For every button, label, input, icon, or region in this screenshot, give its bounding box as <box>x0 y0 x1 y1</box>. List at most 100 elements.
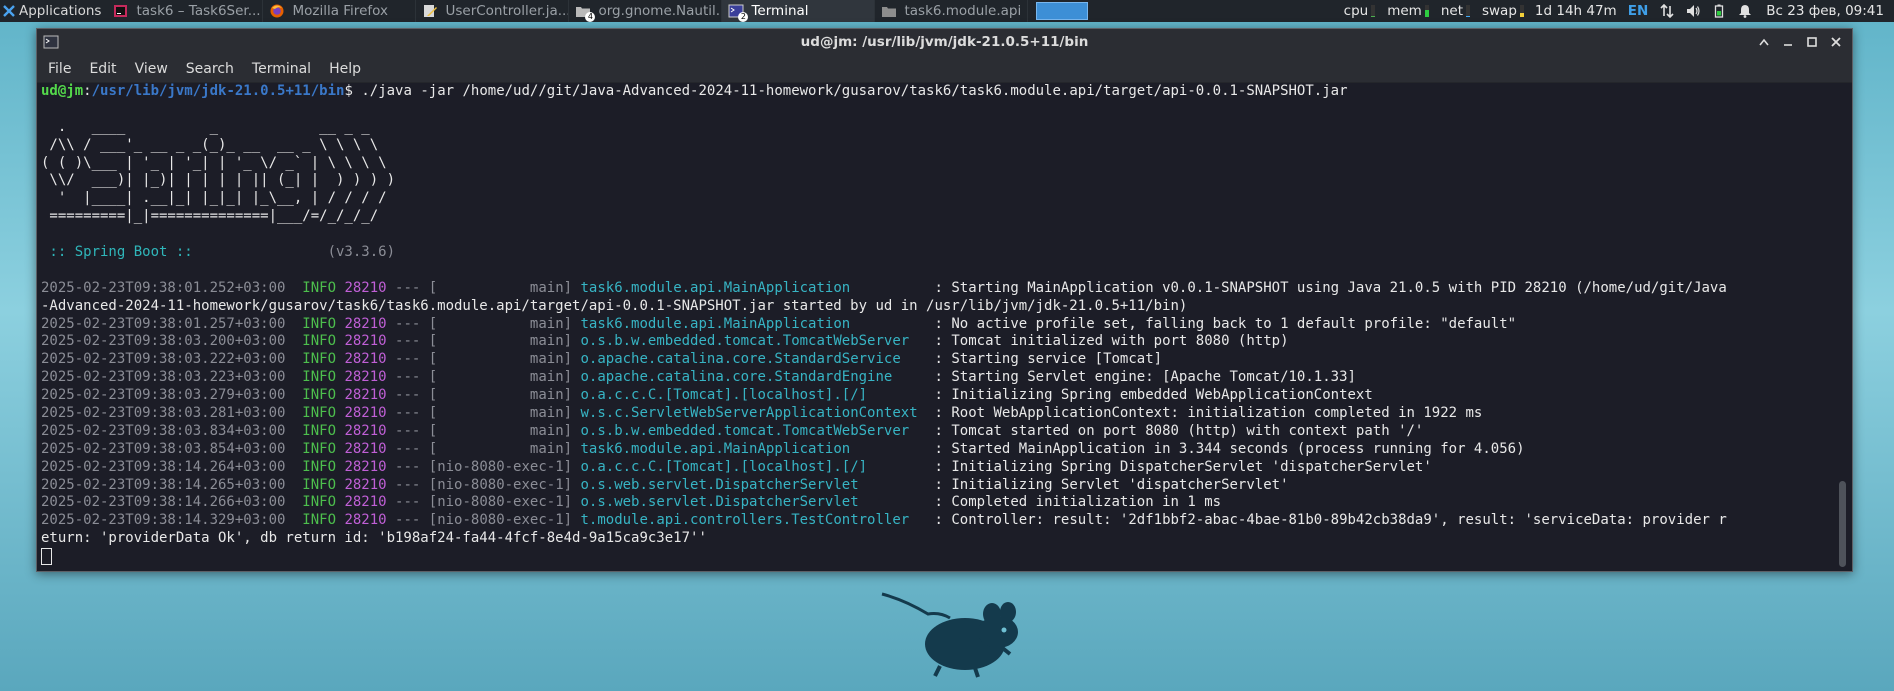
log-level: INFO <box>302 512 337 529</box>
log-line: 2025-02-23T09:38:01.257+03:00 INFO 28210… <box>41 316 1834 334</box>
taskbar-item-firefox[interactable]: Mozilla Firefox <box>263 0 417 22</box>
taskbar-item-text-editor[interactable]: UserController.ja... <box>416 0 570 22</box>
log-timestamp: 2025-02-23T09:38:14.266+03:00 <box>41 494 286 511</box>
log-logger: o.s.web.servlet.DispatcherServlet <box>580 476 927 493</box>
log-thread: nio-8080-exec-1] <box>437 512 581 529</box>
uptime: 1d 14h 47m <box>1534 3 1617 19</box>
log-thread: main] <box>437 351 581 368</box>
log-thread: main] <box>437 422 581 439</box>
banner-line: \\/ ___)| |_)| | | | | || (_| | ) ) ) ) <box>41 172 396 189</box>
prompt-path: /usr/lib/jvm/jdk-21.0.5+11/bin <box>91 83 345 99</box>
applications-label: Applications <box>19 3 102 19</box>
menu-help[interactable]: Help <box>320 61 370 77</box>
net-bar-fill <box>1465 16 1470 17</box>
log-timestamp: 2025-02-23T09:38:03.281+03:00 <box>41 405 286 422</box>
maximize-button[interactable] <box>1802 33 1822 51</box>
log-logger: w.s.c.ServletWebServerApplicationContext <box>580 405 927 422</box>
menu-terminal[interactable]: Terminal <box>243 61 320 77</box>
log-thread: nio-8080-exec-1] <box>437 494 581 511</box>
firefox-icon <box>269 4 285 18</box>
log-message: : Started MainApplication in 3.344 secon… <box>926 440 1525 457</box>
applications-menu-button[interactable]: Applications <box>0 0 107 22</box>
prompt-separator: : <box>83 83 92 99</box>
mem-bar-fill <box>1424 10 1429 17</box>
clock[interactable]: Вс 23 фев, 09:41 <box>1758 3 1894 19</box>
menu-view[interactable]: View <box>126 61 177 77</box>
log-separator: --- [ <box>386 458 438 475</box>
spring-banner: . ____ _ __ _ _ /\\ / ___'_ __ _ _(_)_ _… <box>41 101 1834 244</box>
mem-bar <box>1424 5 1429 17</box>
log-thread: nio-8080-exec-1] <box>437 476 581 493</box>
taskbar-item-terminal[interactable]: 2 Terminal <box>722 0 876 22</box>
window-shade-button[interactable] <box>1754 33 1774 51</box>
log-logger: task6.module.api.MainApplication <box>580 440 927 457</box>
cpu-monitor[interactable]: cpu <box>1338 0 1382 22</box>
log-level: INFO <box>302 351 337 368</box>
top-panel: Applications task6 – Task6Ser... Mozilla… <box>0 0 1894 22</box>
taskbar-item-label: UserController.ja... <box>445 3 570 19</box>
log-message: : Initializing Servlet 'dispatcherServle… <box>926 476 1289 493</box>
terminal-icon: 2 <box>728 4 749 22</box>
battery-icon[interactable] <box>1712 4 1726 18</box>
notifications-bell-icon[interactable] <box>1738 4 1752 18</box>
close-button[interactable] <box>1826 33 1846 51</box>
log-pid: 28210 <box>344 387 387 404</box>
keyboard-layout-indicator[interactable]: EN <box>1622 3 1655 19</box>
terminal-window: ud@jm: /usr/lib/jvm/jdk-21.0.5+11/bin Fi… <box>36 28 1853 572</box>
log-pid: 28210 <box>344 369 387 386</box>
log-line: 2025-02-23T09:38:03.223+03:00 INFO 28210… <box>41 369 1834 387</box>
log-line: 2025-02-23T09:38:01.252+03:00 INFO 28210… <box>41 280 1834 298</box>
command-line: ud@jm:/usr/lib/jvm/jdk-21.0.5+11/bin$ ./… <box>41 83 1834 101</box>
banner-line: ( ( )\___ | '_ | '_| | '_ \/ _` | \ \ \ … <box>41 154 387 171</box>
taskbar-item-folder[interactable]: task6.module.api <box>875 0 1029 22</box>
log-timestamp: 2025-02-23T09:38:03.223+03:00 <box>41 369 286 386</box>
menu-edit[interactable]: Edit <box>80 61 125 77</box>
network-icon[interactable] <box>1660 4 1674 18</box>
log-level: INFO <box>302 333 337 350</box>
log-message: : Completed initialization in 1 ms <box>926 494 1222 511</box>
log-level: INFO <box>302 494 337 511</box>
cpu-bar-fill <box>1371 16 1376 17</box>
log-pid: 28210 <box>344 512 387 529</box>
swap-monitor[interactable]: swap <box>1476 0 1530 22</box>
close-icon <box>1831 37 1841 47</box>
minimize-icon <box>1784 44 1792 46</box>
taskbar-item-file-manager[interactable]: 4 org.gnome.Nautil... <box>569 0 723 22</box>
taskbar-item-intellij[interactable]: task6 – Task6Ser... <box>107 0 264 22</box>
file-manager-icon: 4 <box>575 4 596 22</box>
window-count-badge: 2 <box>738 12 749 22</box>
minimize-button[interactable] <box>1778 33 1798 51</box>
terminal-output[interactable]: ud@jm:/usr/lib/jvm/jdk-21.0.5+11/bin$ ./… <box>37 83 1834 571</box>
log-line: 2025-02-23T09:38:03.222+03:00 INFO 28210… <box>41 351 1834 369</box>
log-message: : Controller: result: '2df1bbf2-abac-4ba… <box>926 512 1727 529</box>
prompt-user: ud@jm <box>41 83 84 99</box>
taskbar-item-label: org.gnome.Nautil... <box>598 3 723 19</box>
volume-icon[interactable] <box>1686 4 1700 18</box>
scrollbar[interactable] <box>1834 83 1852 571</box>
taskbar-item-label: task6 – Task6Ser... <box>136 3 261 19</box>
log-thread: main] <box>437 315 581 332</box>
mem-monitor[interactable]: mem <box>1381 0 1435 22</box>
log-logger: o.a.c.c.C.[Tomcat].[localhost].[/] <box>580 458 927 475</box>
log-line-continuation: -Advanced-2024-11-homework/gusarov/task6… <box>41 297 1188 314</box>
log-message: : Starting service [Tomcat] <box>926 351 1163 368</box>
window-title: ud@jm: /usr/lib/jvm/jdk-21.0.5+11/bin <box>800 34 1089 50</box>
log-thread: main] <box>437 405 581 422</box>
log-thread: main] <box>437 387 581 404</box>
log-line: 2025-02-23T09:38:03.281+03:00 INFO 28210… <box>41 405 1834 423</box>
cursor-line <box>41 548 1834 566</box>
log-timestamp: 2025-02-23T09:38:03.222+03:00 <box>41 351 286 368</box>
net-monitor[interactable]: net <box>1435 0 1476 22</box>
log-line: 2025-02-23T09:38:03.834+03:00 INFO 28210… <box>41 423 1834 441</box>
menu-search[interactable]: Search <box>177 61 243 77</box>
log-pid: 28210 <box>344 315 387 332</box>
scrollbar-thumb[interactable] <box>1839 481 1846 567</box>
log-timestamp: 2025-02-23T09:38:03.834+03:00 <box>41 422 286 439</box>
log-thread: nio-8080-exec-1] <box>437 458 581 475</box>
menu-file[interactable]: File <box>37 61 80 77</box>
window-titlebar[interactable]: ud@jm: /usr/lib/jvm/jdk-21.0.5+11/bin <box>37 29 1852 56</box>
log-separator: --- [ <box>386 512 438 529</box>
menu-bar: File Edit View Search Terminal Help <box>37 56 1852 83</box>
log-message: : No active profile set, falling back to… <box>926 315 1517 332</box>
workspace-switcher[interactable] <box>1036 2 1089 20</box>
